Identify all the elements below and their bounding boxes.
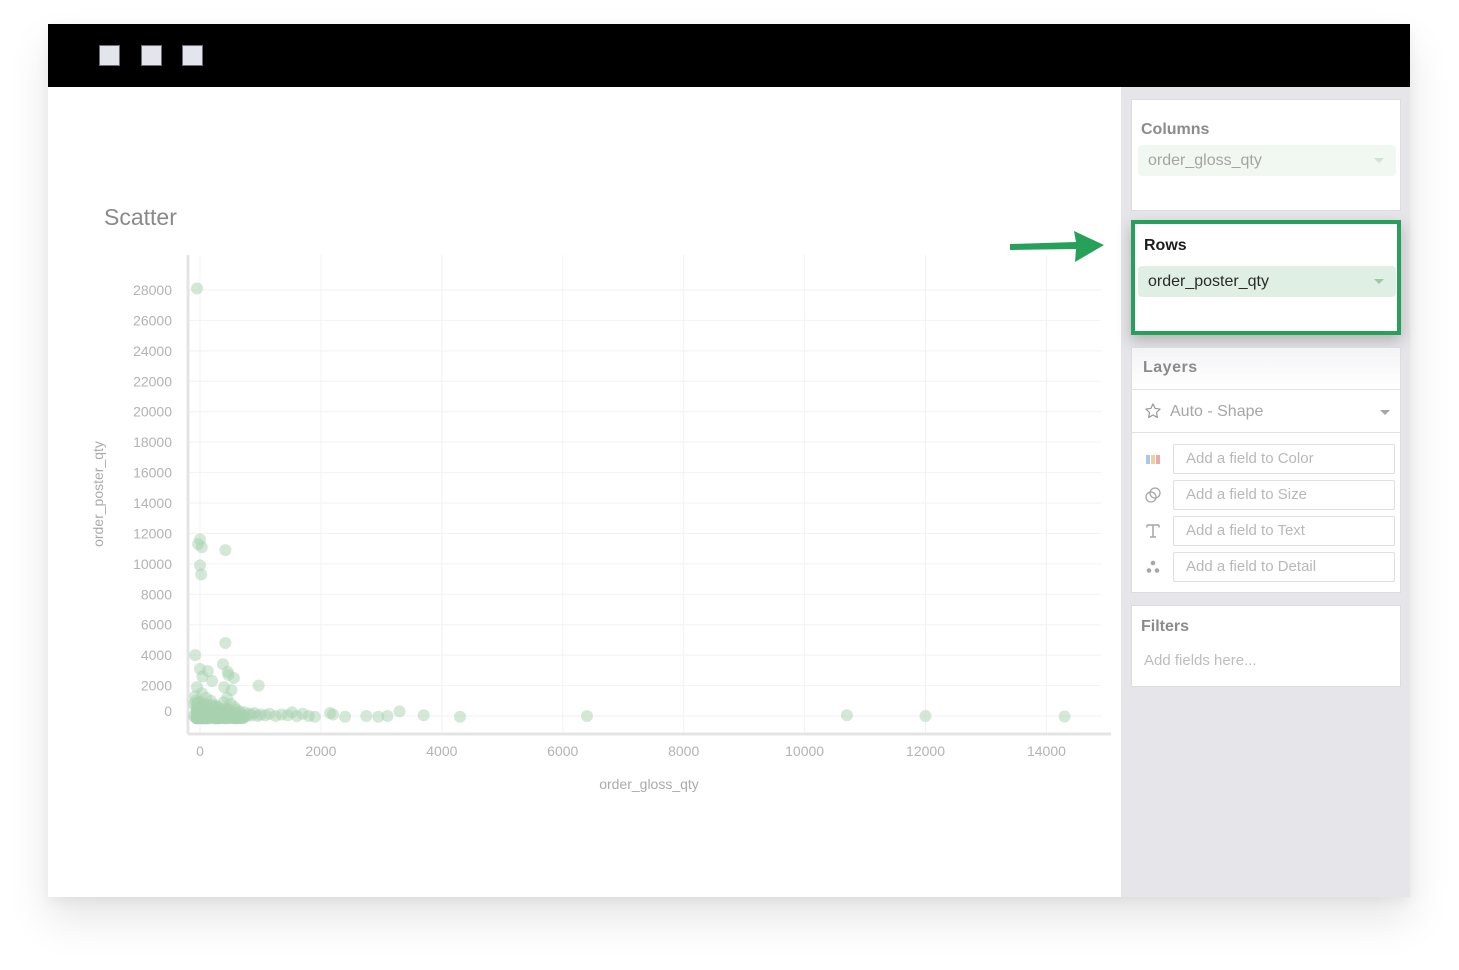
arrow-right-icon <box>1010 231 1104 262</box>
filters-panel: Filters Add fields here... <box>1131 605 1401 687</box>
rows-field-label: order_poster_qty <box>1148 273 1269 290</box>
color-field-input[interactable]: Add a field to Color <box>1173 444 1395 474</box>
app-window: Scatter 0 2000 4000 6000 8000 10000 12000 14000… <box>48 24 1410 897</box>
scatter-point <box>339 710 352 723</box>
x-tick-label: 0 <box>196 743 204 759</box>
x-tick-label: 10000 <box>785 743 824 759</box>
y-tick-label: 14000 <box>133 495 172 511</box>
x-tick-label: 14000 <box>1027 743 1066 759</box>
scatter-point <box>189 649 202 662</box>
layers-title: Layers <box>1132 348 1400 390</box>
filters-title: Filters <box>1141 618 1190 635</box>
chevron-down-icon[interactable] <box>1374 279 1384 284</box>
y-tick-label: 4000 <box>141 647 172 663</box>
x-tick-label: 4000 <box>426 743 457 759</box>
y-tick-label: 16000 <box>133 465 172 481</box>
axes <box>186 255 1111 736</box>
scatter-point <box>308 710 321 723</box>
chevron-down-icon[interactable] <box>1374 158 1384 163</box>
scatter-point <box>219 636 232 649</box>
encoding-text: Add a field to Text <box>1132 516 1400 546</box>
text-icon <box>1146 524 1160 538</box>
columns-title: Columns <box>1141 121 1210 138</box>
window-button-3[interactable] <box>182 45 203 66</box>
scatter-point <box>580 710 593 722</box>
sidebar: Columns order_gloss_qty Rows order_poste… <box>1121 87 1410 897</box>
filters-dropzone[interactable]: Add fields here... <box>1144 652 1257 669</box>
scatter-point <box>327 708 340 721</box>
window-button-2[interactable] <box>141 45 162 66</box>
y-tick-label: 28000 <box>133 282 172 298</box>
window-button-1[interactable] <box>99 45 120 66</box>
encoding-size: Add a field to Size <box>1132 480 1400 510</box>
rows-title: Rows <box>1144 237 1187 254</box>
scatter-point <box>393 705 406 718</box>
color-icon <box>1146 455 1160 464</box>
y-tick-label: 6000 <box>141 617 172 633</box>
scatter-point <box>1058 710 1071 723</box>
scatter-point <box>381 710 394 722</box>
x-axis-title: order_gloss_qty <box>599 776 699 792</box>
x-tick-label: 12000 <box>906 743 945 759</box>
scatter-point <box>219 544 232 557</box>
tick-labels: 0 2000 4000 6000 8000 10000 12000 14000 0 2000 400… <box>133 282 1066 759</box>
scatter-point <box>919 710 932 722</box>
detail-icon <box>1146 560 1160 573</box>
title-bar <box>48 24 1410 87</box>
scatter-point <box>195 568 208 581</box>
scatter-point <box>220 708 233 721</box>
grid <box>188 255 1101 734</box>
columns-panel: Columns order_gloss_qty <box>1131 99 1401 211</box>
scatter-point <box>453 710 466 723</box>
size-field-input[interactable]: Add a field to Size <box>1173 480 1395 510</box>
shape-select-label: Auto - Shape <box>1170 403 1264 420</box>
star-icon <box>1145 403 1161 419</box>
x-tick-label: 2000 <box>305 743 336 759</box>
encoding-color: Add a field to Color <box>1132 444 1400 474</box>
y-tick-label: 0 <box>164 703 172 719</box>
y-axis-title: order_poster_qty <box>90 441 106 547</box>
scatter-point <box>197 700 210 713</box>
scatter-point <box>227 671 240 684</box>
rows-field-pill[interactable]: order_poster_qty <box>1138 266 1396 297</box>
scatter-point <box>252 679 265 692</box>
rows-panel: Rows order_poster_qty <box>1131 220 1401 335</box>
scatter-chart: 0 2000 4000 6000 8000 10000 12000 14000 0 2000 400… <box>90 255 1111 792</box>
y-tick-label: 12000 <box>133 525 172 541</box>
scatter-point <box>190 282 203 295</box>
y-tick-label: 24000 <box>133 343 172 359</box>
scatter-point <box>195 541 208 554</box>
y-tick-label: 8000 <box>141 586 172 602</box>
y-tick-label: 18000 <box>133 434 172 450</box>
y-tick-label: 10000 <box>133 556 172 572</box>
size-icon <box>1145 487 1161 503</box>
scatter-point <box>840 709 853 722</box>
y-tick-label: 26000 <box>133 312 172 328</box>
y-tick-label: 20000 <box>133 404 172 420</box>
chart-canvas: Scatter 0 2000 4000 6000 8000 10000 12000 14000… <box>48 87 1121 897</box>
detail-field-input[interactable]: Add a field to Detail <box>1173 552 1395 582</box>
scatter-point <box>206 675 219 688</box>
scatter-point <box>360 710 373 722</box>
x-tick-label: 8000 <box>668 743 699 759</box>
scatter-point <box>417 709 430 722</box>
shape-select[interactable]: Auto - Shape <box>1132 390 1400 433</box>
columns-field-label: order_gloss_qty <box>1148 152 1262 169</box>
chevron-down-icon[interactable] <box>1380 410 1390 415</box>
columns-field-pill[interactable]: order_gloss_qty <box>1138 145 1396 176</box>
text-field-input[interactable]: Add a field to Text <box>1173 516 1395 546</box>
y-tick-label: 2000 <box>141 678 172 694</box>
x-tick-label: 6000 <box>547 743 578 759</box>
encoding-detail: Add a field to Detail <box>1132 552 1400 582</box>
layers-panel: Layers Auto - Shape Add a field to Color <box>1131 347 1401 593</box>
y-tick-label: 22000 <box>133 373 172 389</box>
